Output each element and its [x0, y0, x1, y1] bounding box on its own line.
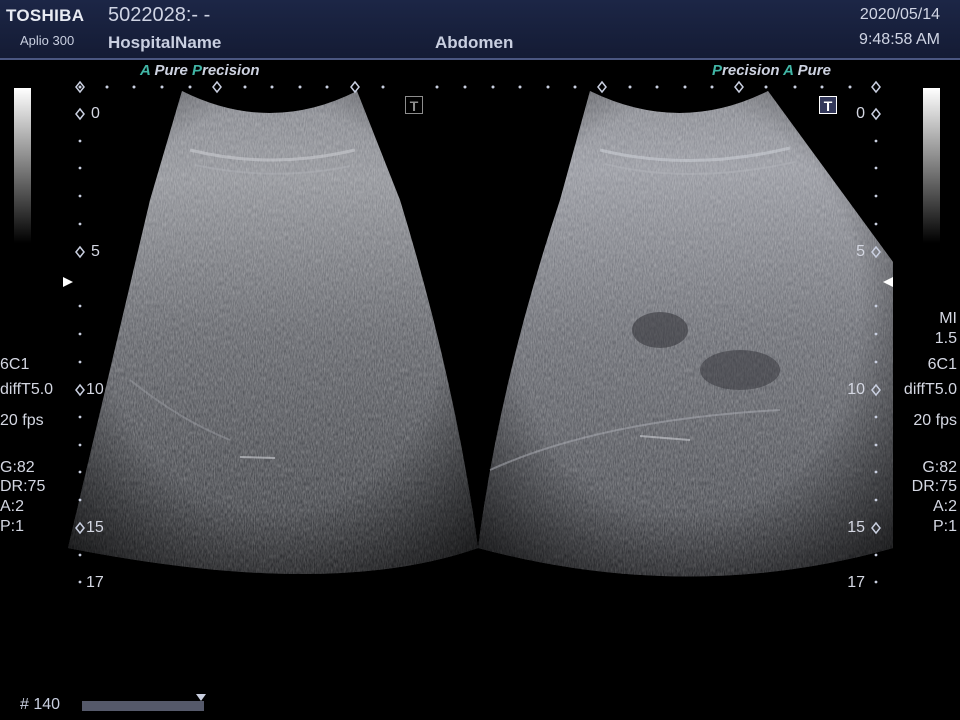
right-probe: 6C1	[927, 356, 957, 373]
right-t-icon[interactable]: T	[819, 96, 837, 114]
left-depth-0: 0	[91, 105, 100, 122]
right-grayscale-bar	[923, 88, 940, 243]
left-grayscale-bar	[14, 88, 31, 243]
left-gain: G:82	[0, 459, 35, 476]
right-a-value: A:2	[932, 498, 957, 515]
exam-type: Abdomen	[435, 33, 514, 52]
right-depth-10: 10	[847, 381, 865, 398]
brand-logo: TOSHIBA	[6, 6, 85, 25]
exam-date: 2020/05/14	[859, 6, 940, 23]
patient-id: 5022028:- -	[108, 4, 211, 26]
header-bar: TOSHIBA Aplio 300 5022028:- - HospitalNa…	[0, 0, 960, 60]
right-mi-label: MI	[939, 310, 957, 327]
left-probe: 6C1	[0, 356, 30, 373]
right-dynamic-range: DR:75	[911, 478, 957, 495]
left-depth-17: 17	[86, 574, 104, 591]
right-gain: G:82	[922, 459, 957, 476]
left-mode-label: A Pure Precision	[140, 62, 260, 79]
left-ultrasound-sector	[68, 91, 478, 574]
top-scale-diamonds	[75, 80, 881, 94]
frame-counter: # 140	[20, 696, 61, 713]
cine-scrollbar[interactable]	[82, 701, 204, 711]
right-ultrasound-sector	[478, 91, 893, 577]
right-depth-15: 15	[847, 519, 865, 536]
left-fps: 20 fps	[0, 412, 44, 429]
left-depth-10: 10	[86, 381, 104, 398]
left-preset: diffT5.0	[0, 381, 54, 398]
right-p-value: P:1	[932, 518, 957, 535]
right-depth-0: 0	[856, 105, 865, 122]
hospital-name: HospitalName	[108, 33, 222, 52]
left-depth-15: 15	[86, 519, 104, 536]
left-depth-5: 5	[91, 243, 100, 260]
exam-time: 9:48:58 AM	[859, 31, 940, 48]
cine-position-marker-icon[interactable]	[196, 694, 206, 701]
right-depth-17: 17	[847, 574, 865, 591]
left-a-value: A:2	[0, 498, 25, 515]
right-preset: diffT5.0	[903, 381, 957, 398]
right-mode-label: Precision A Pure	[712, 62, 831, 79]
left-dynamic-range: DR:75	[0, 478, 46, 495]
right-depth-5: 5	[856, 243, 865, 260]
ultrasound-images	[63, 80, 893, 584]
left-t-icon[interactable]: T	[405, 96, 423, 114]
left-depth-diamonds	[75, 107, 85, 535]
left-focus-marker-icon[interactable]	[63, 277, 73, 287]
right-mi-value: 1.5	[934, 330, 957, 347]
left-p-value: P:1	[0, 518, 25, 535]
model-name: Aplio 300	[20, 33, 75, 48]
right-fps: 20 fps	[913, 412, 957, 429]
